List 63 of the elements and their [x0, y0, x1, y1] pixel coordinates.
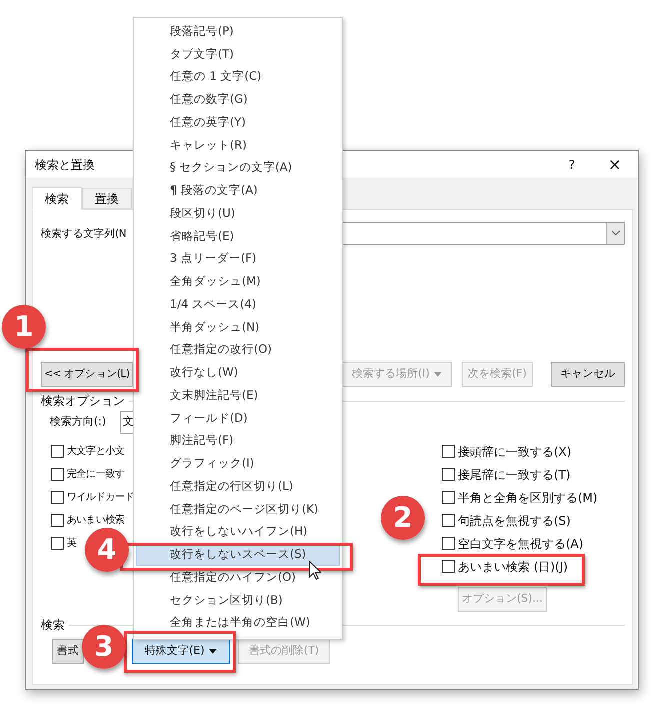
checkbox[interactable] — [442, 468, 455, 481]
menu-item[interactable]: キャレット(R) — [136, 134, 340, 156]
checkbox[interactable] — [51, 514, 64, 527]
checkbox-label: 空白文字を無視する(A) — [458, 536, 584, 552]
checkbox[interactable] — [51, 445, 64, 458]
checkbox[interactable] — [51, 468, 64, 481]
mouse-cursor-icon — [309, 561, 321, 580]
menu-item[interactable]: セクション区切り(B) — [136, 588, 340, 612]
menu-item[interactable]: 任意の 1 文字(C) — [136, 66, 340, 88]
button[interactable]: 書式 — [52, 639, 84, 664]
menu-item[interactable]: ¶ 段落の文字(A) — [136, 179, 340, 202]
checkbox-label: ワイルドカード — [67, 491, 134, 505]
find-label: 検索する文字列(N — [41, 228, 126, 240]
menu-item[interactable]: 任意の数字(G) — [136, 88, 340, 111]
group-label: 検索オプション — [41, 393, 125, 410]
menu-item[interactable]: 全角ダッシュ(M) — [136, 270, 340, 293]
checkbox[interactable] — [442, 537, 455, 550]
menu-item[interactable]: 省略記号(E) — [136, 224, 340, 248]
group-label: 検索 — [41, 617, 65, 634]
menu-item[interactable]: 任意の英字(Y) — [136, 111, 340, 134]
menu-item[interactable]: 文末脚注記号(E) — [136, 384, 340, 407]
checkbox[interactable] — [442, 514, 455, 527]
menu-item[interactable]: フィールド(D) — [136, 406, 340, 430]
checkbox-label: あいまい検索 — [67, 514, 125, 528]
checkbox[interactable] — [442, 445, 455, 458]
tab[interactable]: 置換 — [82, 188, 132, 209]
menu-item[interactable]: 段落記号(P) — [136, 20, 340, 43]
menu-item[interactable]: 半角ダッシュ(N) — [136, 316, 340, 338]
menu-item[interactable]: 改行をしないハイフン(H) — [136, 520, 340, 544]
menu-item[interactable]: 1/4 スペース(4) — [136, 293, 340, 316]
checkbox[interactable] — [442, 560, 455, 573]
checkbox[interactable] — [51, 537, 64, 550]
close-button[interactable]: × — [592, 152, 638, 176]
tab[interactable]: 検索 — [32, 187, 82, 210]
menu-item[interactable]: 脚注記号(F) — [136, 430, 340, 452]
checkbox-label: あいまい検索 (日)(J) — [458, 558, 568, 576]
menu-item[interactable]: 段区切り(U) — [136, 202, 340, 225]
checkbox-label: 大文字と小文 — [67, 444, 125, 459]
checkbox-label: 接尾辞に一致する(T) — [458, 466, 571, 484]
menu-item[interactable]: 任意指定のページ区切り(K) — [136, 498, 340, 520]
button[interactable]: キャンセル — [551, 362, 625, 387]
checkbox-label: 英 — [67, 536, 77, 551]
menu-item[interactable]: 改行なし(W) — [136, 361, 340, 384]
checkbox-label: 接頭辞に一致する(X) — [458, 444, 572, 460]
step-number-badge: 1 — [2, 305, 46, 349]
menu-item[interactable]: 全角または半角の空白(W) — [136, 612, 340, 634]
checkbox-label: 半角と全角を区別する(M) — [458, 490, 598, 506]
menu-item[interactable]: グラフィック(I) — [136, 452, 340, 475]
chevron-down-icon — [612, 231, 620, 236]
checkbox[interactable] — [51, 491, 64, 504]
help-button[interactable]: ? — [552, 156, 592, 174]
menu-item[interactable]: 3 点リーダー(F) — [136, 248, 340, 270]
window-title: 検索と置換 — [35, 156, 95, 174]
menu-item[interactable]: § セクションの文字(A) — [136, 156, 340, 180]
direction-label: 検索方向(:) — [50, 414, 108, 430]
button[interactable]: 特殊文字(E) — [132, 639, 230, 664]
button[interactable]: << オプション(L) — [41, 362, 133, 387]
checkbox-label: 句読点を無視する(S) — [458, 512, 571, 530]
menu-item[interactable]: 任意指定の行区切り(L) — [136, 475, 340, 498]
menu-item[interactable]: 任意指定の改行(O) — [136, 338, 340, 362]
checkbox-label: 完全に一致す — [67, 468, 125, 482]
checkbox[interactable] — [442, 491, 455, 504]
menu-item[interactable]: タブ文字(T) — [136, 42, 340, 66]
